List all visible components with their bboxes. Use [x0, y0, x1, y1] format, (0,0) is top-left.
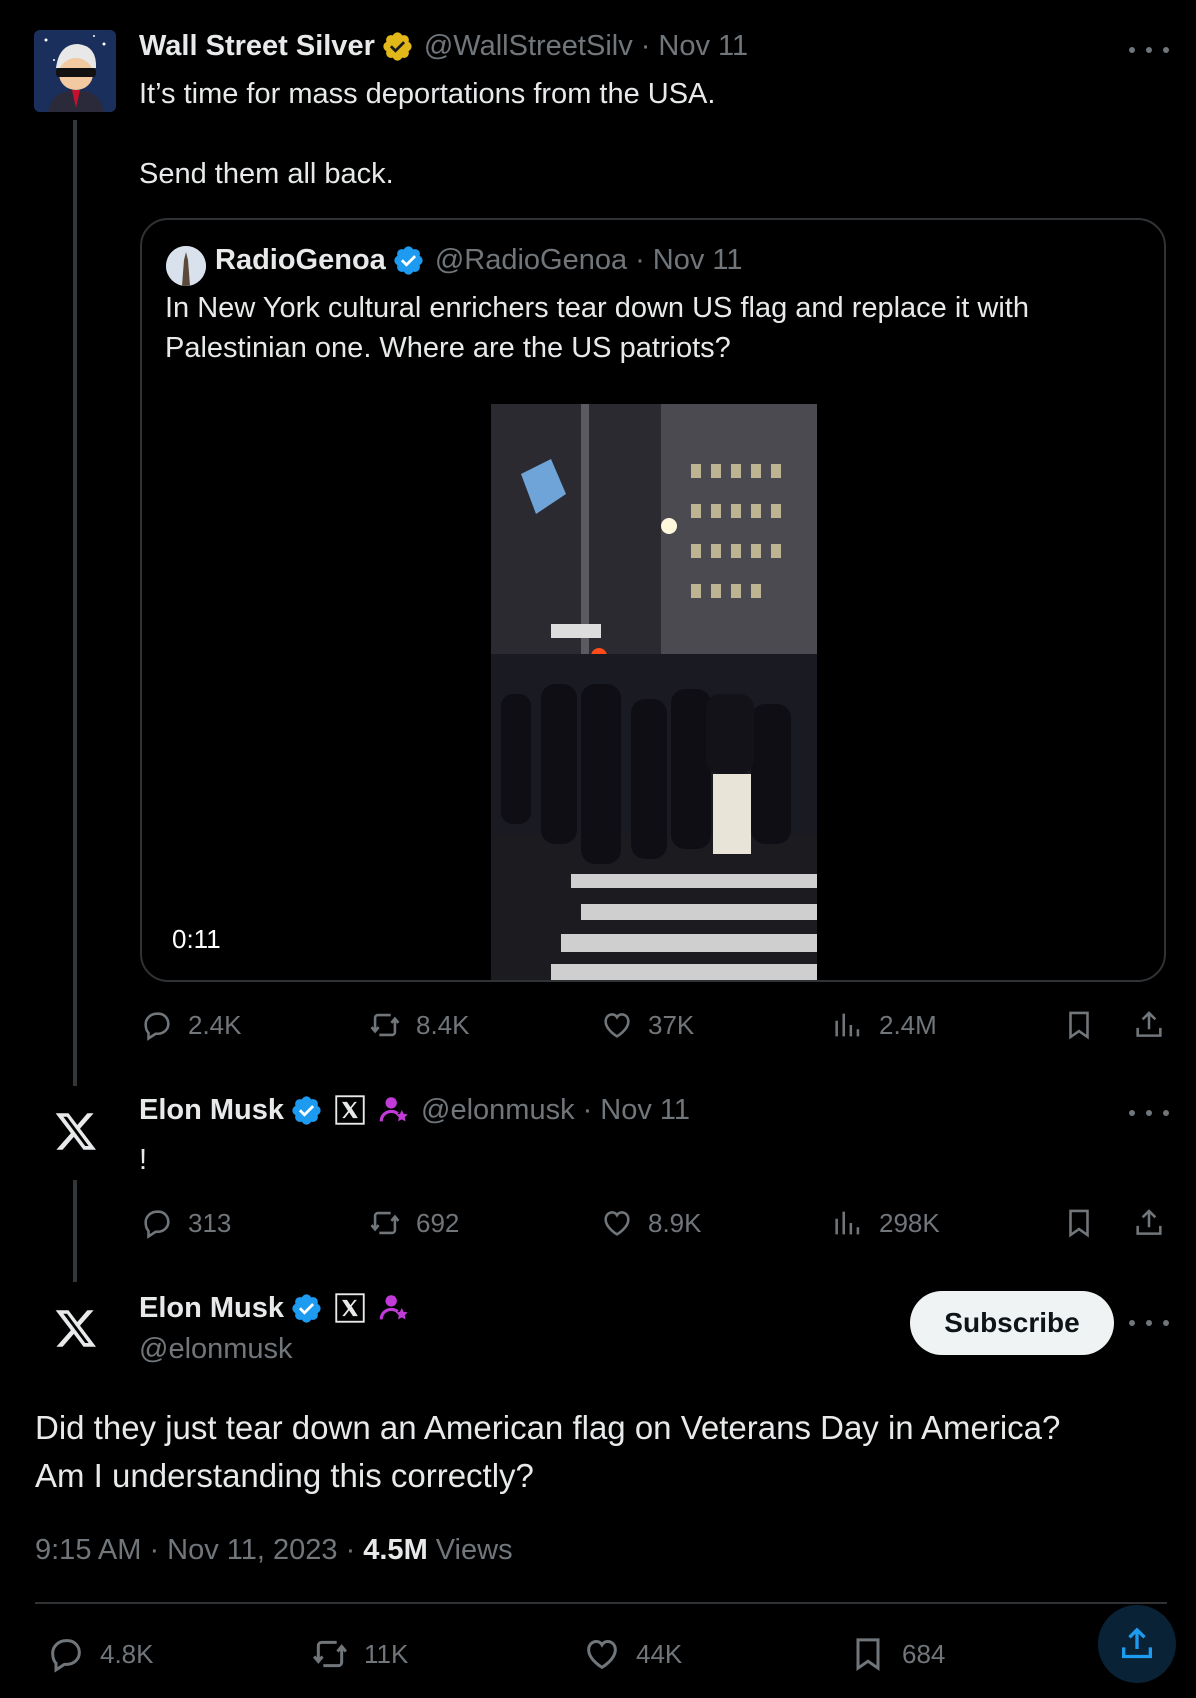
repost-count: 692	[416, 1207, 460, 1238]
verified-blue-icon	[292, 1095, 321, 1125]
share-button[interactable]	[1132, 1008, 1166, 1042]
like-icon	[587, 1639, 617, 1670]
like-button[interactable]: 37K	[600, 1008, 694, 1042]
tweet-time[interactable]: · Nov 11	[641, 30, 748, 63]
quote-text-line1: In New York cultural enrichers tear down…	[165, 292, 1029, 324]
reply-icon	[51, 1639, 81, 1673]
reply-icon	[144, 1210, 170, 1239]
thread-line-2	[73, 1180, 77, 1282]
x-logo-icon[interactable]	[54, 1109, 98, 1153]
subscribe-button[interactable]: Subscribe	[910, 1291, 1114, 1355]
reply-button[interactable]: 2.4K	[140, 1008, 242, 1042]
views-icon	[835, 1211, 860, 1235]
share-icon	[1122, 1627, 1152, 1659]
reply-count: 2.4K	[188, 1009, 242, 1040]
share-button[interactable]	[1132, 1206, 1166, 1240]
reply-button[interactable]: 313	[140, 1206, 231, 1240]
reply-count: 4.8K	[100, 1638, 154, 1669]
like-count: 8.9K	[648, 1207, 702, 1238]
author-name[interactable]: Elon Musk	[139, 1292, 284, 1325]
bookmark-count: 684	[902, 1638, 946, 1669]
avatar-radiogenoa	[166, 246, 206, 286]
repost-icon	[370, 1211, 400, 1235]
tweet1-text-line1: It’s time for mass deportations from the…	[139, 78, 716, 110]
like-icon	[604, 1013, 630, 1038]
more-icon[interactable]	[1129, 1308, 1169, 1338]
video-player[interactable]	[491, 404, 817, 980]
repost-icon	[370, 1013, 400, 1037]
repost-count: 8.4K	[416, 1009, 470, 1040]
thread-line-1	[73, 120, 77, 1086]
like-icon	[604, 1211, 630, 1236]
verified-blue-icon	[394, 246, 423, 275]
share-button[interactable]	[1098, 1605, 1176, 1683]
repost-icon	[313, 1640, 347, 1668]
bookmark-button[interactable]: 684	[848, 1634, 945, 1674]
share-icon	[1136, 1209, 1162, 1235]
bookmark-button[interactable]	[1062, 1008, 1096, 1042]
video-thumbnail	[491, 404, 817, 980]
author-handle[interactable]: @elonmusk	[139, 1333, 293, 1366]
repost-button[interactable]: 11K	[310, 1634, 408, 1674]
views-count: 2.4M	[879, 1009, 937, 1040]
quoted-tweet-card[interactable]: RadioGenoa @RadioGenoa · Nov 11 In New Y…	[140, 218, 1166, 982]
like-button[interactable]: 8.9K	[600, 1206, 702, 1240]
views-label: Views	[435, 1534, 513, 1566]
more-icon[interactable]	[1129, 35, 1169, 65]
tweet2-text: !	[139, 1144, 148, 1176]
reply-button[interactable]: 4.8K	[46, 1634, 154, 1674]
reply-icon	[144, 1012, 170, 1041]
subscriber-icon	[379, 1097, 408, 1122]
bookmark-icon	[1069, 1011, 1089, 1040]
timestamp[interactable]: 9:15 AM · Nov 11, 2023 ·	[35, 1534, 355, 1567]
quote-author-handle: @RadioGenoa	[434, 244, 628, 276]
subscriber-icon	[379, 1295, 408, 1320]
views-total: 4.5M	[363, 1534, 428, 1566]
tweet1-text-line2: Send them all back.	[139, 158, 394, 190]
reply-count: 313	[188, 1207, 232, 1238]
video-duration: 0:11	[172, 924, 221, 954]
views-count: 298K	[879, 1207, 940, 1238]
quote-author-name: RadioGenoa	[215, 244, 386, 276]
main-tweet-header: Elon Musk	[139, 1291, 411, 1325]
x-affiliate-badge-icon	[335, 1095, 365, 1125]
bookmark-icon	[1069, 1209, 1089, 1238]
like-count: 37K	[648, 1009, 695, 1040]
more-icon[interactable]	[1129, 1098, 1169, 1128]
like-button[interactable]: 44K	[582, 1634, 682, 1674]
avatar-wallstreetsilver[interactable]	[34, 30, 116, 112]
author-handle[interactable]: @WallStreetSilv	[424, 30, 633, 63]
avatar-image	[34, 30, 116, 112]
bookmark-icon	[856, 1638, 880, 1672]
tweet2-header: Elon Musk @elonmusk · Nov 11	[139, 1093, 690, 1127]
tweet1-header: Wall Street Silver @WallStreetSilv · Nov…	[139, 30, 748, 63]
main-tweet-text-line2: Am I understanding this correctly?	[35, 1457, 534, 1494]
views-button[interactable]: 298K	[831, 1206, 940, 1240]
author-handle[interactable]: @elonmusk	[421, 1094, 575, 1127]
author-name[interactable]: Wall Street Silver	[139, 30, 375, 63]
verified-blue-icon	[292, 1293, 321, 1323]
quote-text-line2: Palestinian one. Where are the US patrio…	[165, 332, 731, 364]
author-name[interactable]: Elon Musk	[139, 1094, 284, 1127]
divider	[35, 1602, 1167, 1604]
bookmark-button[interactable]	[1062, 1206, 1096, 1240]
repost-count: 11K	[364, 1638, 409, 1669]
repost-button[interactable]: 8.4K	[368, 1008, 470, 1042]
x-affiliate-badge-icon	[335, 1293, 365, 1323]
quote-time: · Nov 11	[635, 244, 743, 276]
main-tweet-text-line1: Did they just tear down an American flag…	[35, 1409, 1061, 1446]
like-count: 44K	[636, 1638, 683, 1669]
views-button[interactable]: 2.4M	[831, 1008, 937, 1042]
tweet-time[interactable]: · Nov 11	[583, 1094, 690, 1127]
tweet-meta: 9:15 AM · Nov 11, 2023 · 4.5M Views	[35, 1534, 513, 1567]
share-icon	[1136, 1011, 1162, 1037]
repost-button[interactable]: 692	[368, 1206, 459, 1240]
views-icon	[835, 1013, 860, 1037]
x-logo-icon[interactable]	[54, 1306, 98, 1350]
verified-gold-icon	[383, 32, 412, 61]
